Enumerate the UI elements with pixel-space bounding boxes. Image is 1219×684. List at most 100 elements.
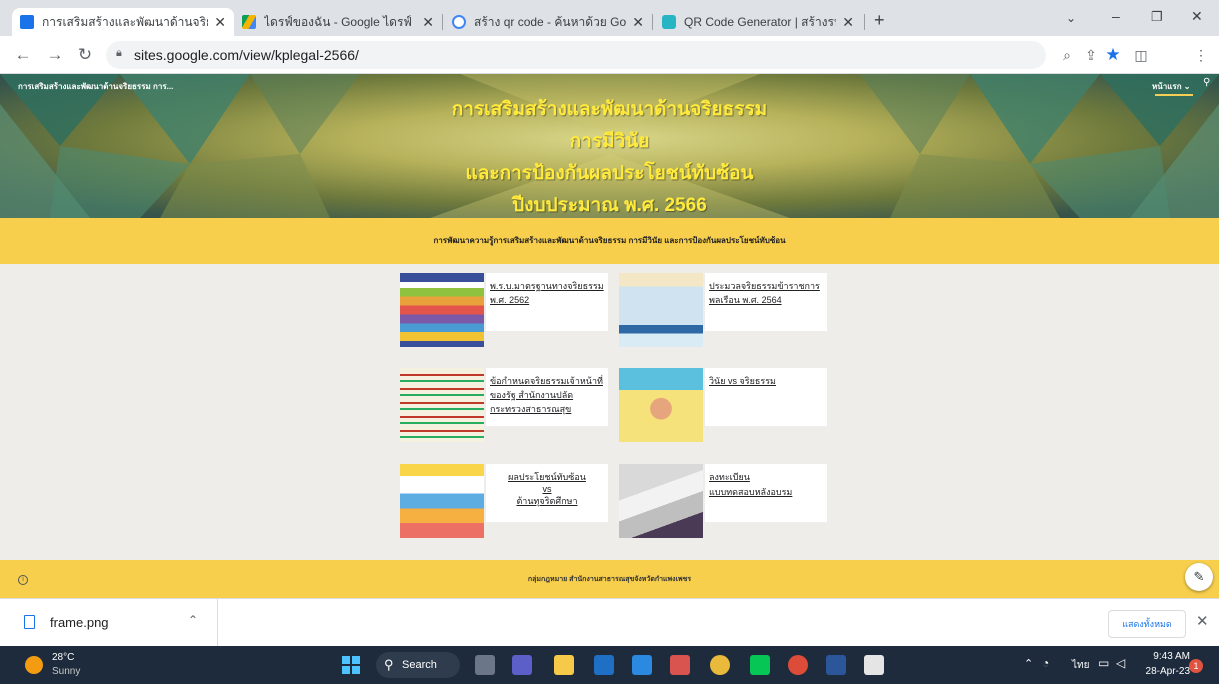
close-tab-icon[interactable]: ✕	[632, 14, 644, 31]
input-language[interactable]: ไทย	[1072, 658, 1089, 673]
close-download-bar-icon[interactable]: ✕	[1196, 612, 1209, 630]
tab-qr-generator[interactable]: QR Code Generator | สร้างรหัส QR ✕	[654, 8, 862, 36]
side-panel-icon[interactable]: ◫	[1130, 44, 1152, 66]
weather-condition[interactable]: Sunny	[52, 666, 80, 677]
word-icon[interactable]	[826, 655, 846, 675]
card-thumbnail-image[interactable]	[400, 273, 484, 347]
windows-start-icon[interactable]	[342, 656, 360, 674]
card-thumbnail-image[interactable]	[400, 368, 484, 442]
chrome-app-icon[interactable]	[710, 655, 730, 675]
browser-toolbar: ← → ↻ 🔒︎ sites.google.com/view/kplegal-2…	[0, 36, 1219, 99]
bookmark-star-icon[interactable]: ★	[1102, 44, 1124, 66]
chevron-up-icon[interactable]: ⌃	[188, 613, 198, 627]
page-title-line-3: และการป้องกันผลประโยชน์ทับซ้อน	[465, 163, 754, 184]
card-conflict-of-interest[interactable]: ผลประโยชน์ทับซ้อน vs ต้านทุจริตศึกษา	[400, 464, 608, 538]
volume-icon[interactable]: ◁	[1116, 656, 1125, 670]
card-civil-code[interactable]: ประมวลจริยธรรมข้าราชการพลเรือน พ.ศ. 2564	[619, 273, 827, 347]
tab-google-search[interactable]: สร้าง qr code - ค้นหาด้วย Google ✕	[444, 8, 652, 36]
card-ethics-act[interactable]: พ.ร.บ.มาตรฐานทางจริยธรรม พ.ศ. 2562	[400, 273, 608, 347]
tab-title: QR Code Generator | สร้างรหัส QR	[684, 14, 836, 29]
close-tab-icon[interactable]: ✕	[214, 14, 226, 31]
tab-search-icon[interactable]: ⌄	[1066, 11, 1076, 25]
site-name-link[interactable]: การเสริมสร้างและพัฒนาด้านจริยธรรม การ...	[18, 80, 173, 93]
tray-chevron-up-icon[interactable]: ⌃	[1024, 657, 1033, 670]
card-thumbnail-image[interactable]	[619, 273, 703, 347]
header-banner: การเสริมสร้างและพัฒนาด้านจริยธรรม การ...…	[0, 74, 1219, 218]
chrome-menu-icon[interactable]: ⋮	[1190, 44, 1212, 66]
search-icon: ⚲	[384, 657, 394, 672]
qr-generator-icon	[662, 15, 676, 29]
file-explorer-icon[interactable]	[554, 655, 574, 675]
screen: การเสริมสร้างและพัฒนาด้านจริยธรรม ✕ ไดรฟ…	[0, 0, 1219, 684]
tab-separator	[864, 14, 865, 30]
subtitle-text: การพัฒนาความรู้การเสริมสร้างและพัฒนาด้าน…	[433, 236, 786, 245]
google-drive-icon	[242, 15, 256, 29]
close-tab-icon[interactable]: ✕	[842, 14, 854, 31]
line-app-icon[interactable]	[750, 655, 770, 675]
nav-home-link[interactable]: หน้าแรก ⌄	[1152, 80, 1190, 93]
card-post-test[interactable]: ลงทะเบียน แบบทดสอบหลังอบรม	[619, 464, 827, 538]
web-page: การเสริมสร้างและพัฒนาด้านจริยธรรม การ...…	[0, 74, 1219, 598]
page-title-line-2: การมีวินัย	[569, 131, 650, 152]
card-link[interactable]: ประมวลจริยธรรมข้าราชการพลเรือน พ.ศ. 2564	[705, 273, 827, 331]
card-thumbnail-image[interactable]	[400, 464, 484, 538]
clock-date[interactable]: 28-Apr-23	[1140, 666, 1190, 677]
card-link[interactable]: วินัย vs จริยธรรม	[705, 368, 827, 426]
display-icon[interactable]: ▭	[1098, 656, 1109, 670]
mail-icon[interactable]	[594, 655, 614, 675]
google-sites-icon	[20, 15, 34, 29]
acrobat-icon[interactable]	[864, 655, 884, 675]
search-label: Search	[402, 659, 437, 671]
tab-title: สร้าง qr code - ค้นหาด้วย Google	[474, 14, 627, 29]
restore-icon[interactable]: ❐	[1151, 9, 1163, 25]
card-thumbnail-image[interactable]	[619, 368, 703, 442]
weather-temperature[interactable]: 28°C	[52, 652, 74, 663]
network-icon[interactable]: ◔	[1042, 656, 1049, 670]
site-footer: i กลุ่มกฎหมาย สำนักงานสาธารณสุขจังหวัดกำ…	[0, 560, 1219, 598]
download-item[interactable]: frame.png ⌃	[0, 599, 218, 647]
chrome-active-icon[interactable]	[788, 655, 808, 675]
card-link[interactable]: ลงทะเบียน แบบทดสอบหลังอบรม	[705, 464, 827, 522]
card-link[interactable]: ข้อกำหนดจริยธรรมเจ้าหน้าที่ของรัฐ สำนักง…	[486, 368, 608, 426]
forward-arrow-icon[interactable]: →	[44, 44, 66, 66]
share-icon[interactable]: ⇪	[1080, 44, 1102, 66]
reload-icon[interactable]: ↻	[74, 44, 96, 66]
new-tab-button[interactable]: +	[874, 10, 885, 31]
clock-time[interactable]: 9:43 AM	[1140, 651, 1190, 662]
tab-separator	[442, 14, 443, 30]
tab-google-sites[interactable]: การเสริมสร้างและพัฒนาด้านจริยธรรม ✕	[12, 8, 234, 36]
card-discipline-vs-ethics[interactable]: วินัย vs จริยธรรม	[619, 368, 827, 442]
footer-text: กลุ่มกฎหมาย สำนักงานสาธารณสุขจังหวัดกำแพ…	[527, 576, 692, 583]
site-search-icon[interactable]: ⚲	[1203, 77, 1210, 88]
edit-pencil-icon[interactable]: ✎	[1185, 563, 1213, 591]
card-link[interactable]: ผลประโยชน์ทับซ้อน vs ต้านทุจริตศึกษา	[486, 464, 608, 522]
address-bar[interactable]: 🔒︎ sites.google.com/view/kplegal-2566/	[106, 41, 1046, 69]
url-text[interactable]: sites.google.com/view/kplegal-2566/	[134, 47, 359, 63]
tab-google-drive[interactable]: ไดรฟ์ของฉัน - Google ไดรฟ์ ✕	[234, 8, 442, 36]
card-link[interactable]: พ.ร.บ.มาตรฐานทางจริยธรรม พ.ศ. 2562	[486, 273, 608, 331]
notification-badge[interactable]: 1	[1189, 659, 1203, 673]
show-all-button[interactable]: แสดงทั้งหมด	[1108, 610, 1186, 638]
lock-icon: 🔒︎	[116, 47, 122, 59]
image-file-icon	[24, 615, 35, 629]
tab-title: การเสริมสร้างและพัฒนาด้านจริยธรรม	[42, 14, 208, 29]
taskbar-search-box[interactable]: ⚲ Search	[376, 652, 460, 678]
store-icon[interactable]	[632, 655, 652, 675]
tab-strip: การเสริมสร้างและพัฒนาด้านจริยธรรม ✕ ไดรฟ…	[0, 0, 1219, 36]
tab-separator	[652, 14, 653, 30]
teams-chat-icon[interactable]	[512, 655, 532, 675]
page-title-line-4: ปีงบประมาณ พ.ศ. 2566	[512, 195, 707, 216]
task-view-icon[interactable]	[475, 655, 495, 675]
close-tab-icon[interactable]: ✕	[422, 14, 434, 31]
sun-icon[interactable]	[25, 656, 43, 674]
minimize-icon[interactable]: –	[1112, 8, 1120, 24]
zoom-icon[interactable]: ⌕	[1056, 44, 1078, 66]
card-moph-rules[interactable]: ข้อกำหนดจริยธรรมเจ้าหน้าที่ของรัฐ สำนักง…	[400, 368, 608, 442]
windows-taskbar: 28°C Sunny ⚲ Search ⌃ ◔ ไทย ▭ ◁ 9:43 AM …	[0, 646, 1219, 684]
close-window-icon[interactable]: ✕	[1191, 8, 1203, 25]
download-bar: frame.png ⌃ แสดงทั้งหมด ✕	[0, 598, 1219, 647]
back-arrow-icon[interactable]: ←	[12, 44, 34, 66]
presentation-app-icon[interactable]	[670, 655, 690, 675]
card-thumbnail-image[interactable]	[619, 464, 703, 538]
download-file-name[interactable]: frame.png	[50, 615, 109, 630]
